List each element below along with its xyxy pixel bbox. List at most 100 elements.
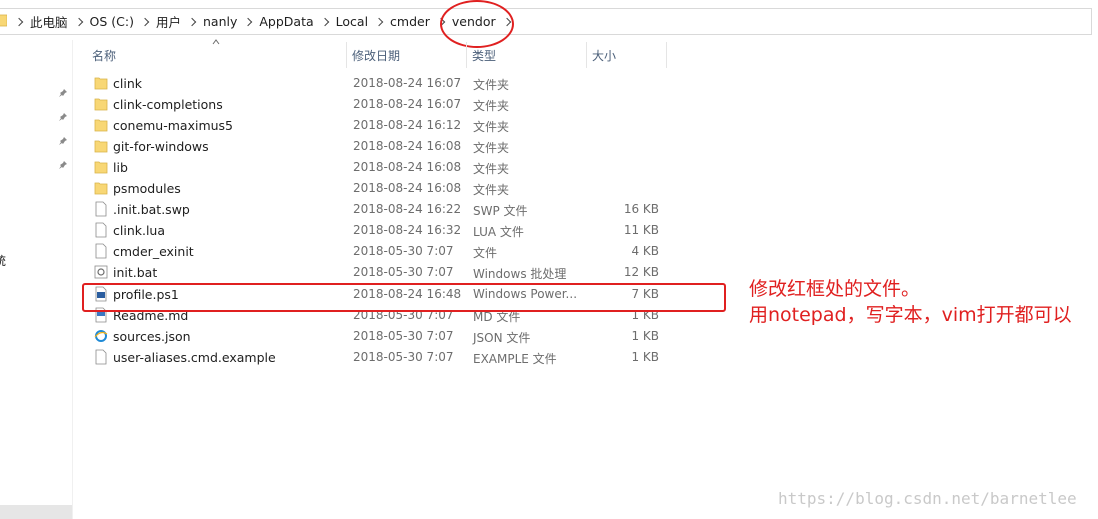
file-icon	[95, 201, 107, 217]
file-type: 文件夹	[473, 162, 510, 176]
pane-divider[interactable]	[72, 40, 73, 519]
watermark: https://blog.csdn.net/barnetlee	[778, 489, 1077, 508]
horizontal-scrollbar[interactable]	[0, 505, 72, 519]
column-size-header[interactable]: 大小	[592, 47, 616, 64]
file-size: 1 KB	[631, 350, 659, 364]
file-type: 文件	[473, 246, 498, 260]
list-item[interactable]: git-for-windows 2018-08-24 16:08 文件夹	[84, 136, 724, 157]
file-date: 2018-08-24 16:08	[353, 139, 462, 153]
breadcrumb-os-c[interactable]: OS (C:)	[86, 14, 138, 29]
list-item[interactable]: clink 2018-08-24 16:07 文件夹	[84, 73, 724, 94]
column-divider[interactable]	[346, 42, 347, 68]
file-date: 2018-08-24 16:22	[353, 202, 462, 216]
file-size: 1 KB	[631, 329, 659, 343]
file-type: SWP 文件	[473, 204, 528, 218]
file-type: 文件夹	[473, 120, 510, 134]
pin-icon[interactable]	[58, 136, 68, 146]
annotation-line-1: 修改红框处的文件。	[749, 278, 921, 300]
list-item[interactable]: lib 2018-08-24 16:08 文件夹	[84, 157, 724, 178]
file-date: 2018-05-30 7:07	[353, 244, 454, 258]
breadcrumb: 此电脑 OS (C:) 用户 nanly AppData Local cmder…	[12, 8, 514, 35]
chevron-right-icon[interactable]	[141, 17, 149, 27]
file-type: 文件夹	[473, 141, 510, 155]
column-type-header[interactable]: 类型	[472, 47, 496, 64]
folder-icon	[94, 98, 108, 111]
file-size: 4 KB	[631, 244, 659, 258]
file-type: JSON 文件	[473, 331, 531, 345]
chevron-right-icon[interactable]	[375, 17, 383, 27]
file-name: init.bat	[113, 265, 158, 280]
column-date-header[interactable]: 修改日期	[352, 47, 400, 64]
list-item[interactable]: cmder_exinit 2018-05-30 7:07 文件 4 KB	[84, 241, 724, 262]
ie-file-icon	[94, 330, 108, 342]
list-item[interactable]: sources.json 2018-05-30 7:07 JSON 文件 1 K…	[84, 326, 724, 347]
file-date: 2018-08-24 16:08	[353, 181, 462, 195]
file-date: 2018-08-24 16:08	[353, 160, 462, 174]
file-type: EXAMPLE 文件	[473, 352, 557, 366]
list-item[interactable]: clink.lua 2018-08-24 16:32 LUA 文件 11 KB	[84, 220, 724, 241]
annotation-note: 修改红框处的文件。 用notepad，写字本，vim打开都可以	[749, 276, 1094, 328]
file-type: 文件夹	[473, 78, 510, 92]
list-item[interactable]: conemu-maximus5 2018-08-24 16:12 文件夹	[84, 115, 724, 136]
folder-icon	[94, 119, 108, 132]
chevron-right-icon[interactable]	[15, 17, 23, 27]
chevron-right-icon[interactable]	[321, 17, 329, 27]
breadcrumb-users[interactable]: 用户	[152, 12, 185, 31]
file-name: sources.json	[113, 329, 191, 344]
column-name-header[interactable]: 名称	[92, 47, 116, 64]
column-divider[interactable]	[666, 42, 667, 68]
file-date: 2018-05-30 7:07	[353, 329, 454, 343]
file-icon	[95, 349, 107, 365]
file-size: 16 KB	[623, 202, 659, 216]
file-name: git-for-windows	[113, 139, 209, 154]
pin-icon[interactable]	[58, 112, 68, 122]
folder-icon	[94, 182, 108, 195]
folder-icon	[94, 77, 108, 90]
file-name: .init.bat.swp	[113, 202, 190, 217]
file-name: clink	[113, 76, 142, 91]
chevron-right-icon[interactable]	[244, 17, 252, 27]
list-item[interactable]: init.bat 2018-05-30 7:07 Windows 批处理 12 …	[84, 262, 724, 283]
folder-icon	[94, 161, 108, 174]
breadcrumb-cmder[interactable]: cmder	[386, 14, 434, 29]
breadcrumb-nanly[interactable]: nanly	[199, 14, 241, 29]
file-name: lib	[113, 160, 128, 175]
column-divider[interactable]	[466, 42, 467, 68]
file-name: conemu-maximus5	[113, 118, 234, 133]
folder-icon	[94, 140, 108, 153]
file-type: Windows 批处理	[473, 267, 567, 281]
file-name: psmodules	[113, 181, 181, 196]
red-rectangle-annotation	[82, 283, 726, 312]
sort-up-icon	[212, 39, 220, 45]
file-name: user-aliases.cmd.example	[113, 350, 276, 365]
file-date: 2018-08-24 16:32	[353, 223, 462, 237]
list-item[interactable]: psmodules 2018-08-24 16:08 文件夹	[84, 178, 724, 199]
folder-icon	[0, 14, 7, 27]
breadcrumb-this-pc[interactable]: 此电脑	[26, 12, 72, 31]
file-type: 文件夹	[473, 183, 510, 197]
file-type: LUA 文件	[473, 225, 524, 239]
list-item[interactable]: user-aliases.cmd.example 2018-05-30 7:07…	[84, 347, 724, 368]
batch-file-icon	[94, 265, 108, 279]
file-date: 2018-08-24 16:12	[353, 118, 462, 132]
column-header: 名称 修改日期 类型 大小	[84, 42, 684, 68]
breadcrumb-appdata[interactable]: AppData	[255, 14, 317, 29]
chevron-right-icon[interactable]	[75, 17, 83, 27]
file-date: 2018-05-30 7:07	[353, 350, 454, 364]
file-icon	[95, 222, 107, 238]
annotation-line-2: 用notepad，写字本，vim打开都可以	[749, 304, 1072, 326]
file-date: 2018-08-24 16:07	[353, 76, 462, 90]
column-divider[interactable]	[586, 42, 587, 68]
chevron-right-icon[interactable]	[188, 17, 196, 27]
file-name: cmder_exinit	[113, 244, 194, 259]
breadcrumb-local[interactable]: Local	[332, 14, 372, 29]
file-size: 11 KB	[623, 223, 659, 237]
nav-item-label[interactable]: 统	[0, 252, 6, 269]
pin-icon[interactable]	[58, 88, 68, 98]
red-circle-annotation	[440, 0, 514, 48]
list-item[interactable]: clink-completions 2018-08-24 16:07 文件夹	[84, 94, 724, 115]
pin-icon[interactable]	[58, 160, 68, 170]
file-icon	[95, 243, 107, 259]
list-item[interactable]: .init.bat.swp 2018-08-24 16:22 SWP 文件 16…	[84, 199, 724, 220]
file-date: 2018-05-30 7:07	[353, 265, 454, 279]
